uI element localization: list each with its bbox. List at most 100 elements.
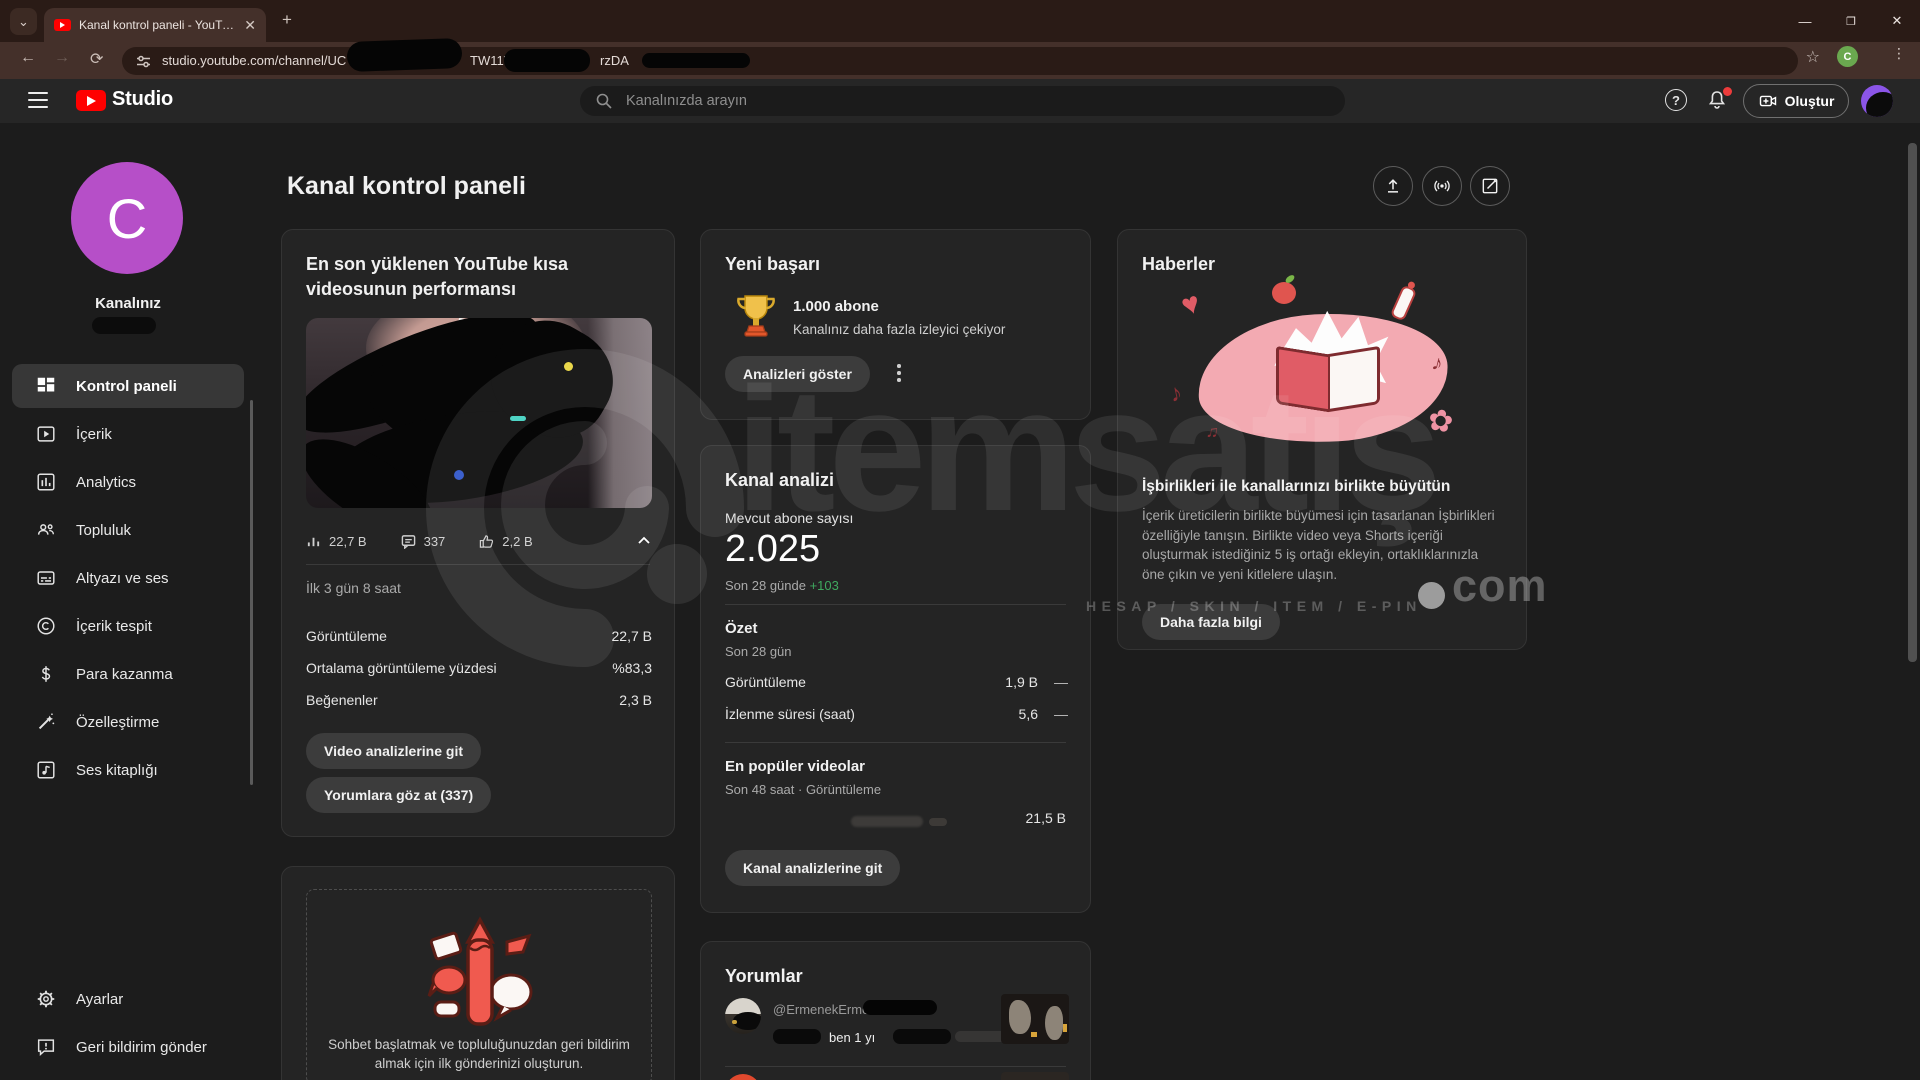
help-icon[interactable]: ? (1665, 89, 1687, 111)
summary-label: İzlenme süresi (saat) (725, 706, 855, 722)
sidebar-item-content[interactable]: İçerik (0, 410, 256, 458)
sidebar-item-analytics[interactable]: Analytics (0, 458, 256, 506)
sidebar-item-label: Analytics (76, 474, 136, 491)
summary-row: Görüntüleme 1,9 B — (725, 674, 1068, 690)
browser-profile-avatar[interactable]: C (1837, 46, 1858, 67)
url-text: studio.youtube.com/channel/UC (162, 53, 346, 68)
bookmark-star-icon[interactable]: ☆ (1806, 47, 1820, 67)
back-icon[interactable]: ← (20, 49, 36, 67)
search-bar[interactable] (580, 86, 1345, 116)
sidebar-item-subtitles[interactable]: Altyazı ve ses (0, 554, 256, 602)
tab-search-button[interactable]: ⌄ (10, 8, 37, 35)
censor-blob (773, 1029, 821, 1044)
notifications-button[interactable] (1705, 88, 1731, 114)
sidebar-item-monetization[interactable]: Para kazanma (0, 650, 256, 698)
censor-blob (863, 1000, 937, 1015)
comments-icon (401, 534, 416, 549)
comments-card: Yorumlar @ErmenekErmen ben 1 yı (700, 941, 1091, 1080)
search-input[interactable] (626, 86, 1316, 116)
sidebar-item-label: Kontrol paneli (76, 378, 177, 395)
url-fragment-2: rzDA (600, 53, 629, 68)
hamburger-menu-icon[interactable] (28, 92, 48, 108)
edit-button[interactable] (1470, 166, 1510, 206)
browser-tab-active[interactable]: Kanal kontrol paneli - YouTube ✕ (44, 8, 266, 42)
community-post-card: Sohbet başlatmak ve topluluğunuzdan geri… (281, 866, 675, 1080)
commenter-username[interactable]: @ErmenekErmen (773, 1002, 877, 1017)
sidebar-item-dashboard[interactable]: Kontrol paneli (0, 362, 256, 410)
trend-dash: — (1038, 674, 1068, 690)
sidebar-item-label: İçerik tespit (76, 618, 152, 635)
browser-tabstrip: ⌄ Kanal kontrol paneli - YouTube ✕ + — ❐… (0, 0, 1920, 42)
sidebar-item-feedback[interactable]: Geri bildirim gönder (0, 1023, 256, 1071)
sidebar-scrollbar[interactable] (250, 400, 253, 785)
create-button-label: Oluştur (1785, 93, 1835, 109)
sidebar-item-label: Topluluk (76, 522, 131, 539)
window-close-button[interactable]: ✕ (1874, 0, 1920, 42)
sidebar-item-label: Ayarlar (76, 991, 123, 1008)
sidebar-item-community[interactable]: Topluluk (0, 506, 256, 554)
browser-menu-icon[interactable]: ⋮ (1892, 45, 1906, 62)
video-analytics-button[interactable]: Video analizlerine git (306, 733, 481, 769)
channel-name: Kanalınız (0, 295, 256, 312)
window-minimize-button[interactable]: — (1782, 0, 1828, 42)
metric-value: %83,3 (612, 660, 652, 676)
copyright-icon (34, 615, 58, 637)
subscriber-delta: Son 28 günde +103 (725, 578, 839, 593)
card-title: Haberler (1142, 252, 1215, 277)
show-analytics-button[interactable]: Analizleri göster (725, 356, 870, 392)
short-comments: 337 (424, 534, 446, 549)
comment-video-thumbnail[interactable] (1001, 1072, 1069, 1080)
sidebar-item-label: İçerik (76, 426, 112, 443)
channel-analytics-button[interactable]: Kanal analizlerine git (725, 850, 900, 886)
page-scrollbar[interactable] (1908, 143, 1917, 662)
forward-icon[interactable]: → (54, 49, 70, 67)
video-thumbnail[interactable] (306, 318, 652, 508)
collapse-chevron-icon[interactable] (636, 533, 652, 549)
pencil-doodle-illustration (415, 914, 545, 1044)
feedback-icon (34, 1036, 58, 1058)
reload-icon[interactable]: ⟳ (90, 49, 103, 69)
sidebar-item-customization[interactable]: Özelleştirme (0, 698, 256, 746)
summary-title: Özet (725, 620, 758, 637)
summary-row: İzlenme süresi (saat) 5,6 — (725, 706, 1068, 722)
magic-wand-icon (34, 711, 58, 733)
kebab-menu-icon[interactable] (897, 364, 901, 385)
commenter-avatar[interactable] (725, 998, 761, 1034)
tab-title: Kanal kontrol paneli - YouTube (79, 18, 236, 32)
window-maximize-button[interactable]: ❐ (1828, 0, 1874, 42)
short-period: İlk 3 gün 8 saat (306, 580, 401, 596)
video-plus-icon (1758, 91, 1778, 111)
upload-video-button[interactable] (1373, 166, 1413, 206)
sidebar-item-settings[interactable]: Ayarlar (0, 975, 256, 1023)
channel-avatar[interactable]: C (71, 162, 183, 274)
summary-value: 1,9 B (1005, 674, 1038, 690)
go-live-button[interactable] (1422, 166, 1462, 206)
account-avatar[interactable] (1861, 85, 1893, 117)
sidebar-item-label: Ses kitaplığı (76, 762, 158, 779)
tab-close-icon[interactable]: ✕ (244, 17, 256, 34)
subscriber-count: 2.025 (725, 528, 820, 571)
site-info-icon[interactable] (136, 54, 151, 69)
sidebar-item-copyright[interactable]: İçerik tespit (0, 602, 256, 650)
search-icon (596, 93, 612, 109)
card-title: Kanal analizi (725, 468, 834, 493)
youtube-logo[interactable] (76, 90, 106, 111)
page-title: Kanal kontrol paneli (287, 172, 526, 201)
new-tab-button[interactable]: + (282, 10, 292, 30)
milestone-description: Kanalınız daha fazla izleyici çekiyor (793, 322, 1005, 337)
news-heading: İşbirlikleri ile kanallarınızı birlikte … (1142, 478, 1504, 496)
comment-video-thumbnail[interactable] (1001, 994, 1069, 1044)
sidebar: C Kanalınız to Kontrol paneli (0, 123, 256, 1080)
create-button[interactable]: Oluştur (1743, 84, 1849, 118)
view-comments-button[interactable]: Yorumlara göz at (337) (306, 777, 491, 813)
channel-analytics-card: Kanal analizi Mevcut abone sayısı 2.025 … (700, 445, 1091, 913)
bar-chart-icon (34, 471, 58, 493)
sidebar-item-audio-library[interactable]: Ses kitaplığı (0, 746, 256, 794)
news-card: Haberler ♥ ♪ ♪ ♫ ✿ İşbirlikleri ile kana… (1117, 229, 1527, 650)
learn-more-button[interactable]: Daha fazla bilgi (1142, 604, 1280, 640)
url-bar[interactable]: studio.youtube.com/channel/UC TW11V rzDA (122, 47, 1798, 75)
news-body: İçerik üreticilerin birlikte büyümesi iç… (1142, 506, 1504, 584)
studio-wordmark[interactable]: Studio (112, 88, 173, 111)
edit-pencil-icon (1480, 176, 1500, 196)
commenter-avatar[interactable] (725, 1074, 761, 1080)
